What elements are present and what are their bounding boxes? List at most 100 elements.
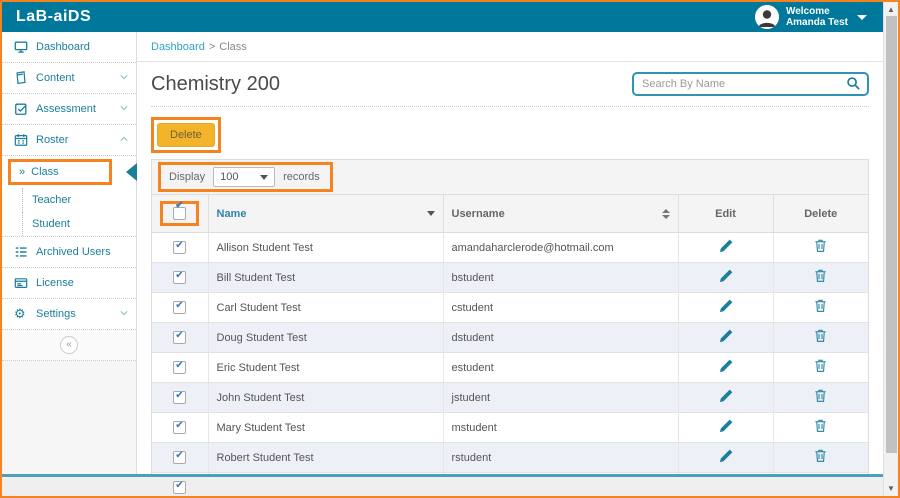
sidebar-item-label: Student — [32, 218, 70, 230]
username-cell: estudent — [443, 353, 678, 383]
gear-icon: ⚙ — [14, 307, 28, 321]
app-column: LaB-aiDS Welcome Amanda Test — [2, 2, 883, 496]
edit-button[interactable] — [718, 298, 734, 314]
bottom-gray-strip — [2, 477, 883, 496]
row-checkbox[interactable] — [173, 241, 186, 254]
chevron-down-icon — [120, 310, 128, 318]
table-row: Carl Student Test cstudent — [152, 293, 868, 323]
delete-button[interactable] — [813, 298, 829, 314]
table-row: Doug Student Test dstudent — [152, 323, 868, 353]
username-column-header[interactable]: Username — [443, 195, 678, 233]
username-cell: mstudent — [443, 413, 678, 443]
vertical-scrollbar[interactable]: ▲ ▼ — [883, 2, 898, 496]
name-column-header[interactable]: Name — [208, 195, 443, 233]
search-input[interactable] — [632, 72, 869, 96]
student-name-cell: Allison Student Test — [208, 233, 443, 263]
trash-icon — [813, 238, 828, 253]
pencil-icon — [718, 238, 734, 254]
sidebar-item-assessment[interactable]: Assessment — [2, 94, 136, 125]
sidebar-item-content[interactable]: Content — [2, 63, 136, 94]
trash-icon — [813, 268, 828, 283]
edit-button[interactable] — [718, 358, 734, 374]
top-header-bar: LaB-aiDS Welcome Amanda Test — [2, 2, 883, 32]
delete-button[interactable] — [813, 328, 829, 344]
select-all-header-cell — [152, 195, 208, 233]
edit-button[interactable] — [718, 448, 734, 464]
delete-button[interactable] — [813, 238, 829, 254]
edit-button[interactable] — [718, 418, 734, 434]
username-cell: dstudent — [443, 323, 678, 353]
list-icon — [14, 245, 28, 259]
edit-column-header: Edit — [678, 195, 773, 233]
sidebar-item-teacher[interactable]: Teacher — [2, 188, 136, 212]
row-checkbox[interactable] — [173, 271, 186, 284]
edit-button[interactable] — [718, 238, 734, 254]
sidebar-item-class[interactable]: » Class — [2, 156, 136, 188]
edit-button[interactable] — [718, 328, 734, 344]
checkbox-icon — [14, 102, 28, 116]
delete-button[interactable] — [813, 268, 829, 284]
row-checkbox[interactable] — [173, 451, 186, 464]
scroll-up-arrow-icon[interactable]: ▲ — [884, 5, 898, 14]
chevron-down-icon — [120, 105, 128, 113]
row-checkbox[interactable] — [173, 391, 186, 404]
select-all-checkbox[interactable] — [173, 207, 186, 220]
table-row: Mary Student Test mstudent — [152, 413, 868, 443]
pencil-icon — [718, 298, 734, 314]
delete-button[interactable] — [813, 418, 829, 434]
delete-button[interactable] — [813, 358, 829, 374]
edit-button[interactable] — [718, 388, 734, 404]
records-per-page-select[interactable]: 100 — [213, 167, 275, 187]
students-table-container: Display 100 records — [151, 159, 869, 498]
sidebar-item-settings[interactable]: ⚙ Settings — [2, 299, 136, 330]
delete-selected-button[interactable]: Delete — [157, 123, 215, 147]
students-table: Name Username Edit Delete — [152, 195, 868, 498]
scroll-down-arrow-icon[interactable]: ▼ — [884, 484, 898, 493]
row-checkbox[interactable] — [173, 361, 186, 374]
sidebar-item-roster[interactable]: Roster — [2, 125, 136, 156]
trash-icon — [813, 298, 828, 313]
search-icon[interactable] — [846, 76, 861, 91]
row-checkbox[interactable] — [173, 481, 186, 494]
pencil-icon — [718, 268, 734, 284]
body-row: Dashboard Content Assessment — [2, 32, 883, 474]
sidebar-item-archived-users[interactable]: Archived Users — [2, 237, 136, 268]
pencil-icon — [718, 388, 734, 404]
sort-both-icon — [662, 209, 670, 219]
trash-icon — [813, 358, 828, 373]
annotation-highlight-select-all — [160, 201, 199, 226]
lab-aids-logo: LaB-aiDS — [2, 8, 91, 26]
collapse-sidebar-button[interactable]: « — [60, 336, 78, 354]
username-cell: rstudent — [443, 443, 678, 473]
active-item-marker — [126, 163, 137, 181]
row-checkbox[interactable] — [173, 301, 186, 314]
delete-button[interactable] — [813, 388, 829, 404]
row-checkbox[interactable] — [173, 421, 186, 434]
sidebar-collapse-row: « — [2, 330, 136, 361]
scrollbar-thumb[interactable] — [886, 16, 897, 453]
sort-desc-icon — [427, 211, 435, 216]
student-name-cell: Doug Student Test — [208, 323, 443, 353]
chevron-down-icon[interactable] — [857, 15, 867, 20]
table-row: Eric Student Test estudent — [152, 353, 868, 383]
avatar[interactable] — [755, 5, 779, 29]
select-caret-icon — [260, 175, 268, 180]
breadcrumb-dashboard-link[interactable]: Dashboard — [151, 41, 205, 53]
username-label: Amanda Test — [786, 17, 848, 28]
sidebar-item-license[interactable]: License — [2, 268, 136, 299]
sidebar-item-student[interactable]: Student — [2, 212, 136, 236]
roster-submenu: » Class Teacher Student — [2, 156, 136, 237]
sidebar-item-dashboard[interactable]: Dashboard — [2, 32, 136, 63]
sidebar-item-label: Dashboard — [36, 41, 128, 53]
edit-button[interactable] — [718, 268, 734, 284]
row-checkbox[interactable] — [173, 331, 186, 344]
table-row: Allison Student Test amandaharclerode@ho… — [152, 233, 868, 263]
sidebar-item-label: License — [36, 277, 128, 289]
records-per-page-value: 100 — [220, 171, 238, 183]
pencil-icon — [718, 418, 734, 434]
delete-button[interactable] — [813, 448, 829, 464]
sidebar-item-label: Settings — [36, 308, 112, 320]
chevron-up-icon — [120, 136, 128, 144]
display-label: Display — [169, 171, 205, 183]
user-menu[interactable]: Welcome Amanda Test — [755, 5, 867, 29]
